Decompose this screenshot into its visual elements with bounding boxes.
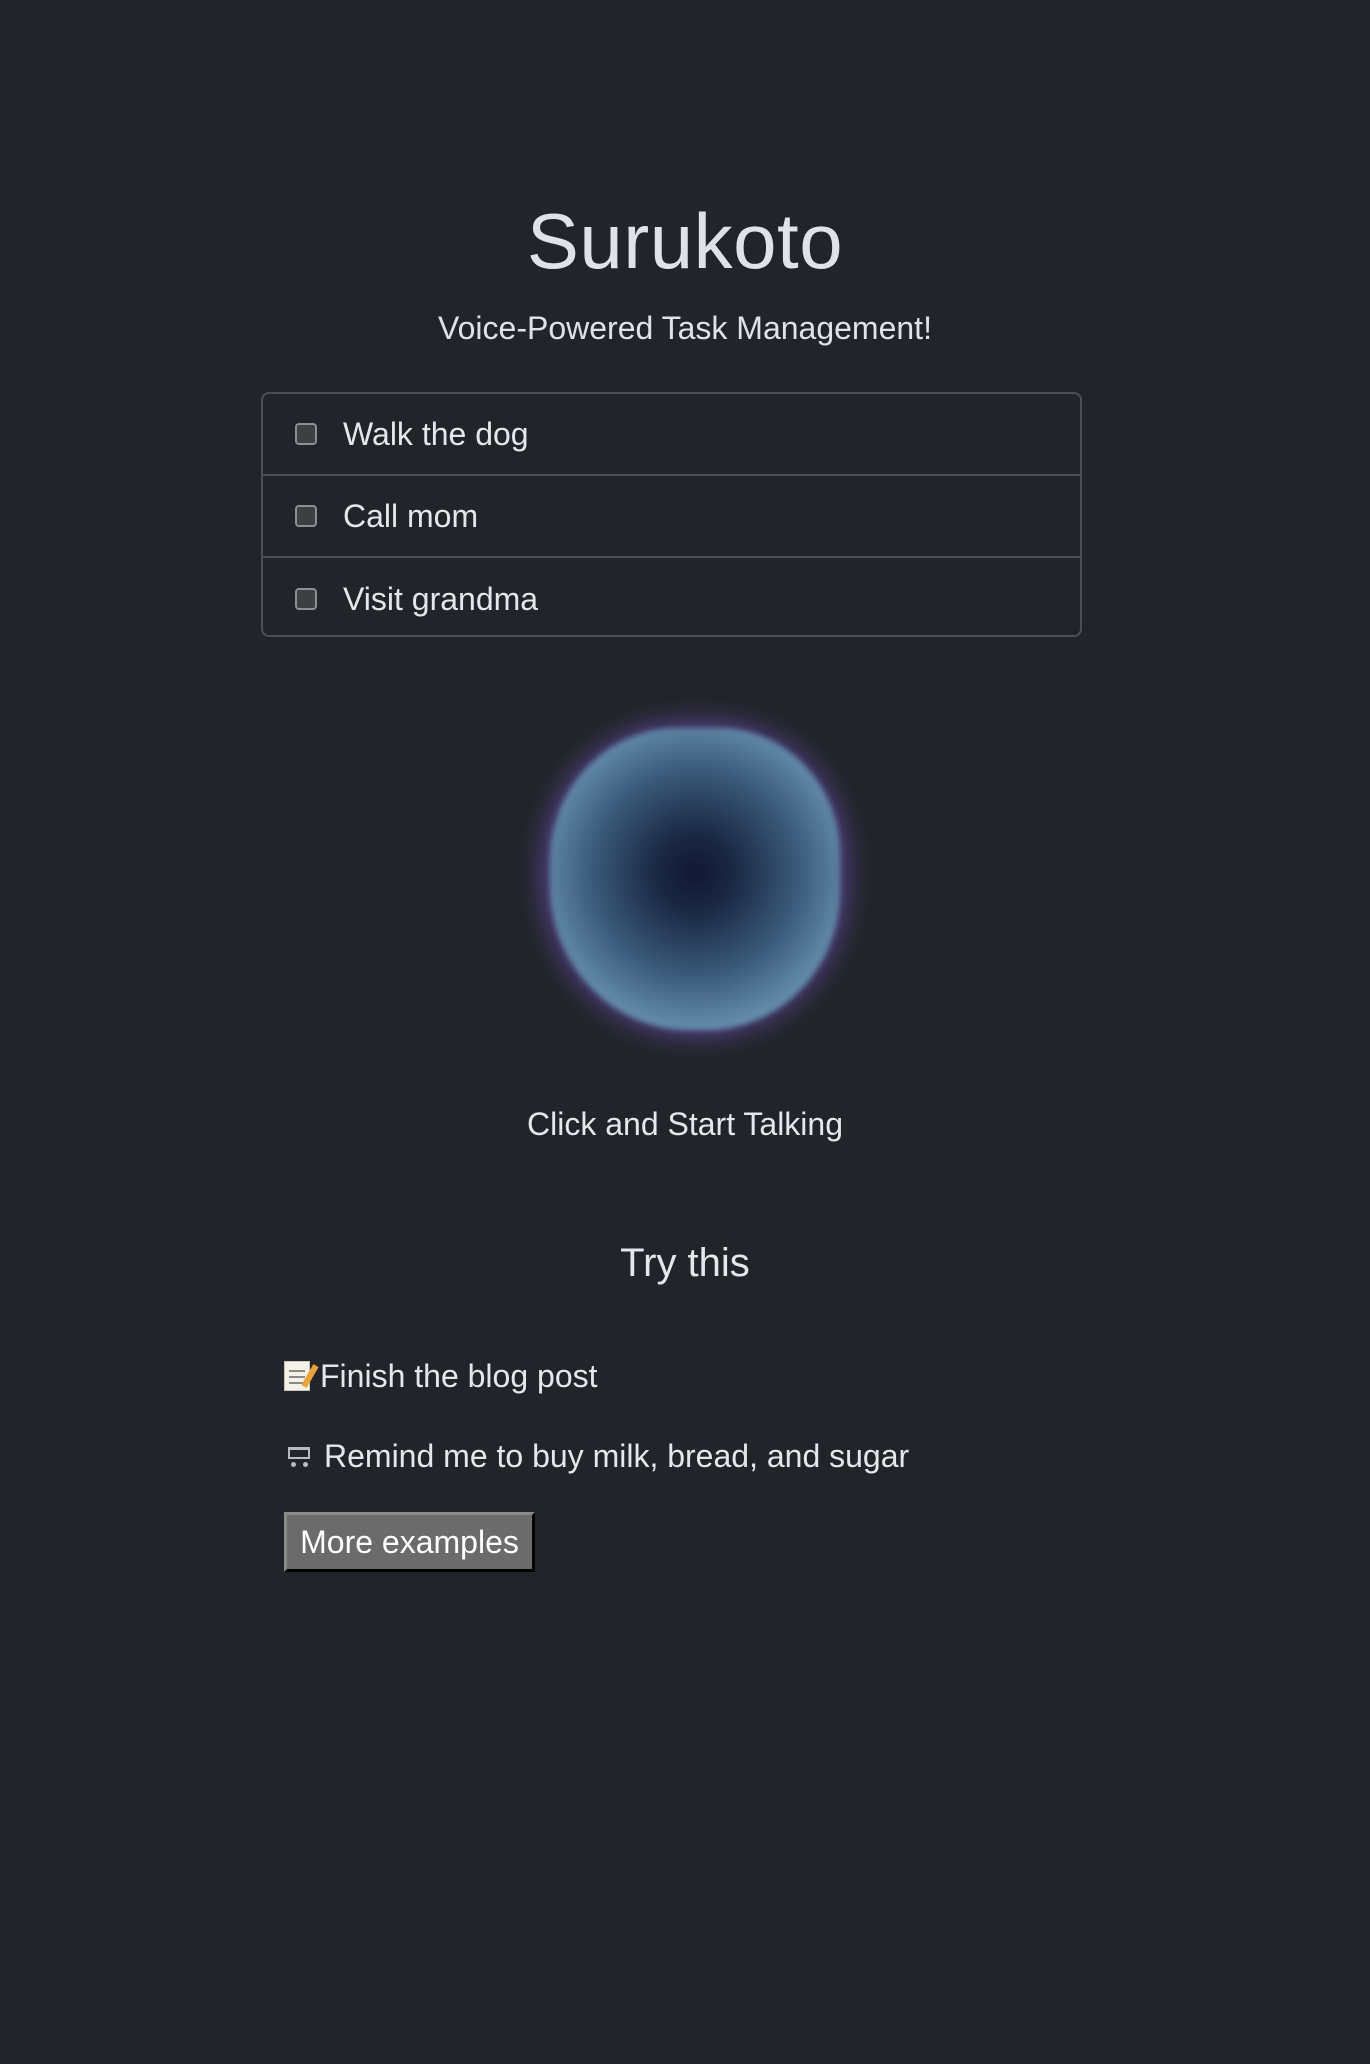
shopping-cart-icon [284,1443,314,1469]
memo-icon [284,1361,310,1391]
start-talking-label[interactable]: Click and Start Talking [0,1104,1370,1144]
app-subtitle: Voice-Powered Task Management! [438,310,932,346]
task-item[interactable]: Visit grandma [263,558,1080,635]
example-text: Finish the blog post [320,1358,598,1394]
voice-orb-icon [550,728,840,1030]
task-label: Walk the dog [343,415,529,452]
example-text: Remind me to buy milk, bread, and sugar [324,1438,910,1474]
task-label: Call mom [343,497,479,534]
task-item[interactable]: Call mom [263,476,1080,558]
task-list: Walk the dog Call mom Visit grandma [261,392,1082,637]
more-examples-button[interactable]: More examples [284,1512,535,1572]
task-label: Visit grandma [343,580,539,617]
task-checkbox[interactable] [295,588,317,610]
task-checkbox[interactable] [295,505,317,527]
app-page: Surukoto Voice-Powered Task Management! … [0,0,1370,2064]
app-title: Surukoto [526,197,844,285]
example-item[interactable]: Remind me to buy milk, bread, and sugar [284,1436,909,1476]
examples-heading: Try this [620,1241,750,1285]
task-item[interactable]: Walk the dog [263,394,1080,476]
example-item[interactable]: Finish the blog post [284,1356,598,1396]
voice-record-button[interactable] [510,700,860,1050]
task-checkbox[interactable] [295,423,317,445]
